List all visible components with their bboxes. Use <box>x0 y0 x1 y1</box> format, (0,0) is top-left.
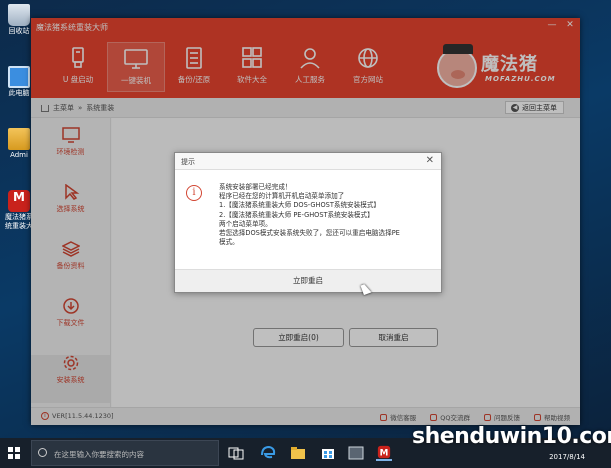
edge-browser-icon[interactable] <box>260 445 276 461</box>
store-icon[interactable] <box>320 445 336 461</box>
info-icon: i <box>186 185 202 201</box>
dialog-line: 2.【魔法猪系统重装大师 PE-GHOST系统安装模式】 <box>219 210 374 219</box>
dialog-line: 系统安装部署已经完成！ <box>219 183 292 191</box>
computer-icon <box>8 66 30 88</box>
dialog-close-button[interactable]: ✕ <box>426 155 434 166</box>
mofazhu-app-icon <box>8 190 30 212</box>
dialog-restart-button[interactable]: 立即重启 <box>175 269 441 292</box>
taskbar-search[interactable]: 在这里输入你要搜索的内容 <box>31 440 219 466</box>
dialog-title: 提示 <box>181 158 195 166</box>
site-watermark: shenduwin10.com <box>412 424 611 449</box>
mofazhu-taskbar-icon[interactable]: M <box>376 445 392 461</box>
dialog-line: 两个启动菜单项。 <box>219 219 272 228</box>
recycle-bin-icon <box>8 4 30 26</box>
start-button[interactable] <box>8 447 20 459</box>
folder-icon <box>8 128 30 150</box>
taskbar-date[interactable]: 2017/8/14 <box>549 453 585 461</box>
dialog-line: 若您选择DOS模式安装系统失败了，您还可以重启电脑选择PE <box>219 229 400 238</box>
dialog-header: 提示 ✕ <box>175 153 441 170</box>
task-view-icon[interactable] <box>228 445 244 461</box>
app-window-icon[interactable] <box>348 445 364 461</box>
dialog-line: 1.【魔法猪系统重装大师 DOS-GHOST系统安装模式】 <box>219 201 381 210</box>
search-icon <box>38 448 47 457</box>
dialog-line: 模式。 <box>219 238 239 247</box>
dialog-message: 系统安装部署已经完成！ 程序已经在您的计算机开机启动菜单添加了 1.【魔法猪系统… <box>219 183 400 247</box>
file-explorer-icon[interactable] <box>290 445 306 461</box>
svg-text:M: M <box>380 449 389 459</box>
search-placeholder: 在这里输入你要搜索的内容 <box>54 450 144 459</box>
prompt-dialog: 提示 ✕ i 系统安装部署已经完成！ 程序已经在您的计算机开机启动菜单添加了 1… <box>174 152 442 293</box>
dialog-body: i 系统安装部署已经完成！ 程序已经在您的计算机开机启动菜单添加了 1.【魔法猪… <box>175 171 441 269</box>
